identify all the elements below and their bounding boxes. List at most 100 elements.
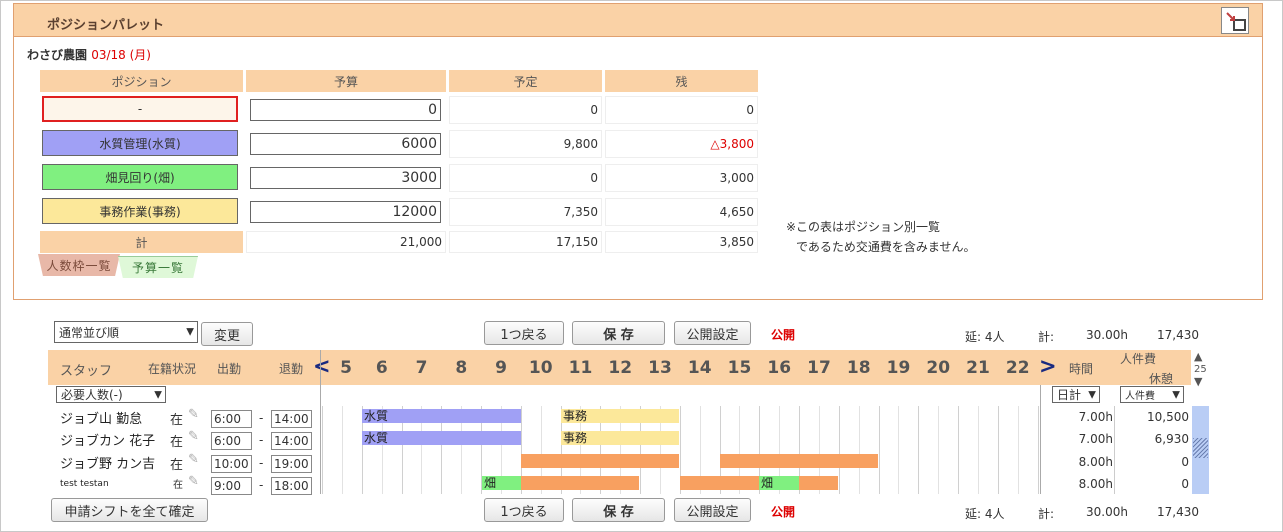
scroll-up-icon[interactable]: ▲ [1194, 350, 1202, 363]
position-label: 畑見回り(畑) [105, 170, 175, 185]
save-button[interactable]: 保 存 [572, 321, 665, 345]
col-header-position: ポジション [40, 70, 243, 92]
col-header-planned: 予定 [449, 70, 602, 92]
cost-mode-select[interactable]: 人件費 ▼ [1120, 386, 1184, 403]
start-time-input[interactable]: 9:00 [211, 477, 252, 495]
grid-line [998, 406, 999, 494]
start-time-value: 6:00 [214, 412, 241, 426]
position-chip-none[interactable]: - [42, 96, 238, 122]
end-header: 退勤 [279, 362, 304, 376]
budget-input[interactable]: 3000 [250, 167, 441, 189]
tab-headcount[interactable]: 人数枠一覧 [38, 254, 120, 276]
staff-name[interactable]: ジョブカン 花子 [60, 430, 155, 449]
scrollbar-track[interactable] [1192, 406, 1209, 494]
save-button[interactable]: 保 存 [572, 498, 665, 522]
position-chip-office[interactable]: 事務作業(事務) [42, 198, 238, 224]
edit-pencil-icon[interactable]: ✎ [188, 407, 199, 422]
confirm-all-button[interactable]: 申請シフトを全て確定 [51, 498, 208, 522]
start-header: 出勤 [217, 362, 242, 376]
budget-value: 6000 [401, 136, 437, 152]
scroll-down-icon[interactable]: ▼ [1194, 375, 1202, 388]
remaining-value: 4,650 [605, 198, 758, 226]
planned-value: 9,800 [449, 130, 602, 158]
change-button[interactable]: 変更 [201, 322, 253, 346]
publish-settings-button[interactable]: 公開設定 [674, 498, 751, 522]
hour-label: 6 [375, 358, 388, 378]
hour-label: 5 [340, 358, 352, 378]
tab-budget[interactable]: 予算一覧 [118, 256, 198, 278]
bar-label: 事務 [563, 431, 588, 445]
break-header: 休憩 [1149, 372, 1174, 386]
staff-name[interactable]: test testan [60, 479, 109, 489]
note-line-1: ※この表はポジション別一覧 [786, 220, 941, 234]
end-time-input[interactable]: 14:00 [271, 432, 312, 450]
required-count-select[interactable]: 必要人数(-) ▼ [56, 386, 166, 403]
shift-bar-field[interactable]: 畑 [482, 476, 521, 490]
shift-bar-work[interactable] [521, 454, 679, 468]
chevron-down-icon: ▼ [154, 389, 162, 400]
start-time-input[interactable]: 6:00 [211, 410, 252, 428]
shift-bar-work[interactable] [799, 476, 838, 490]
shift-bar-work[interactable] [680, 476, 759, 490]
publish-settings-button[interactable]: 公開設定 [674, 321, 751, 345]
hour-label: 12 [608, 358, 633, 378]
time-separator: - [259, 456, 264, 470]
window-toggle-icon[interactable] [1221, 7, 1249, 34]
chevron-down-icon: ▼ [1172, 389, 1180, 400]
position-label: 水質管理(水質) [99, 136, 181, 151]
position-chip-water[interactable]: 水質管理(水質) [42, 130, 238, 156]
start-time-input[interactable]: 10:00 [211, 455, 252, 473]
shift-bar-office[interactable]: 事務 [561, 409, 679, 423]
budget-input[interactable]: 6000 [250, 133, 441, 155]
bar-label: 水質 [364, 409, 389, 423]
sort-select[interactable]: 通常並び順 ▼ [54, 321, 198, 343]
shift-bar-water[interactable]: 水質 [362, 409, 521, 423]
position-chip-field[interactable]: 畑見回り(畑) [42, 164, 238, 190]
staff-status: 在 [173, 480, 183, 491]
publish-status: 公開 [771, 328, 796, 342]
shift-bar-water[interactable]: 水質 [362, 431, 521, 445]
staff-name[interactable]: ジョブ山 勤怠 [60, 408, 142, 427]
grid-line [938, 406, 939, 494]
daily-total-select[interactable]: 日計 ▼ [1052, 386, 1100, 403]
end-time-value: 14:00 [274, 412, 309, 426]
shift-bar-office[interactable]: 事務 [561, 431, 679, 445]
scrollbar-thumb[interactable] [1193, 438, 1208, 458]
budget-input[interactable]: 12000 [250, 201, 441, 223]
edit-pencil-icon[interactable]: ✎ [188, 474, 199, 489]
shift-bar-work[interactable] [521, 476, 639, 490]
staff-hours: 8.00h [1078, 455, 1113, 469]
total-budget: 21,000 [246, 231, 446, 253]
start-time-value: 9:00 [214, 479, 241, 493]
total-label: 計: [1038, 330, 1055, 344]
grid-line [978, 406, 979, 494]
remaining-value: △3,800 [605, 130, 758, 158]
undo-button[interactable]: 1つ戻る [484, 321, 564, 345]
cost-mode-value: 人件費 [1125, 391, 1155, 402]
staff-hours: 7.00h [1078, 432, 1113, 446]
budget-input[interactable]: 0 [250, 99, 441, 121]
remaining-value: 0 [605, 96, 758, 124]
staff-cost: 0 [1181, 477, 1189, 491]
time-header: 時間 [1069, 362, 1094, 376]
shift-bar-field[interactable]: 畑 [759, 476, 799, 490]
shift-bar-work[interactable] [720, 454, 878, 468]
budget-value: 12000 [392, 204, 437, 220]
total-cost: 17,430 [1157, 505, 1199, 519]
next-day-arrow[interactable]: > [1039, 354, 1057, 378]
budget-value: 3000 [401, 170, 437, 186]
grid-line [1018, 406, 1019, 494]
start-time-input[interactable]: 6:00 [211, 432, 252, 450]
grid-line [879, 406, 880, 494]
end-time-input[interactable]: 14:00 [271, 410, 312, 428]
edit-pencil-icon[interactable]: ✎ [188, 452, 199, 467]
end-time-input[interactable]: 19:00 [271, 455, 312, 473]
edit-pencil-icon[interactable]: ✎ [188, 429, 199, 444]
staff-name[interactable]: ジョブ野 カン吉 [60, 453, 155, 472]
staff-status: 在 [170, 435, 184, 450]
end-time-input[interactable]: 18:00 [271, 477, 312, 495]
staff-status: 在 [170, 458, 184, 473]
timeline-right-border [1040, 385, 1041, 494]
hour-label: 16 [767, 358, 792, 378]
undo-button[interactable]: 1つ戻る [484, 498, 564, 522]
